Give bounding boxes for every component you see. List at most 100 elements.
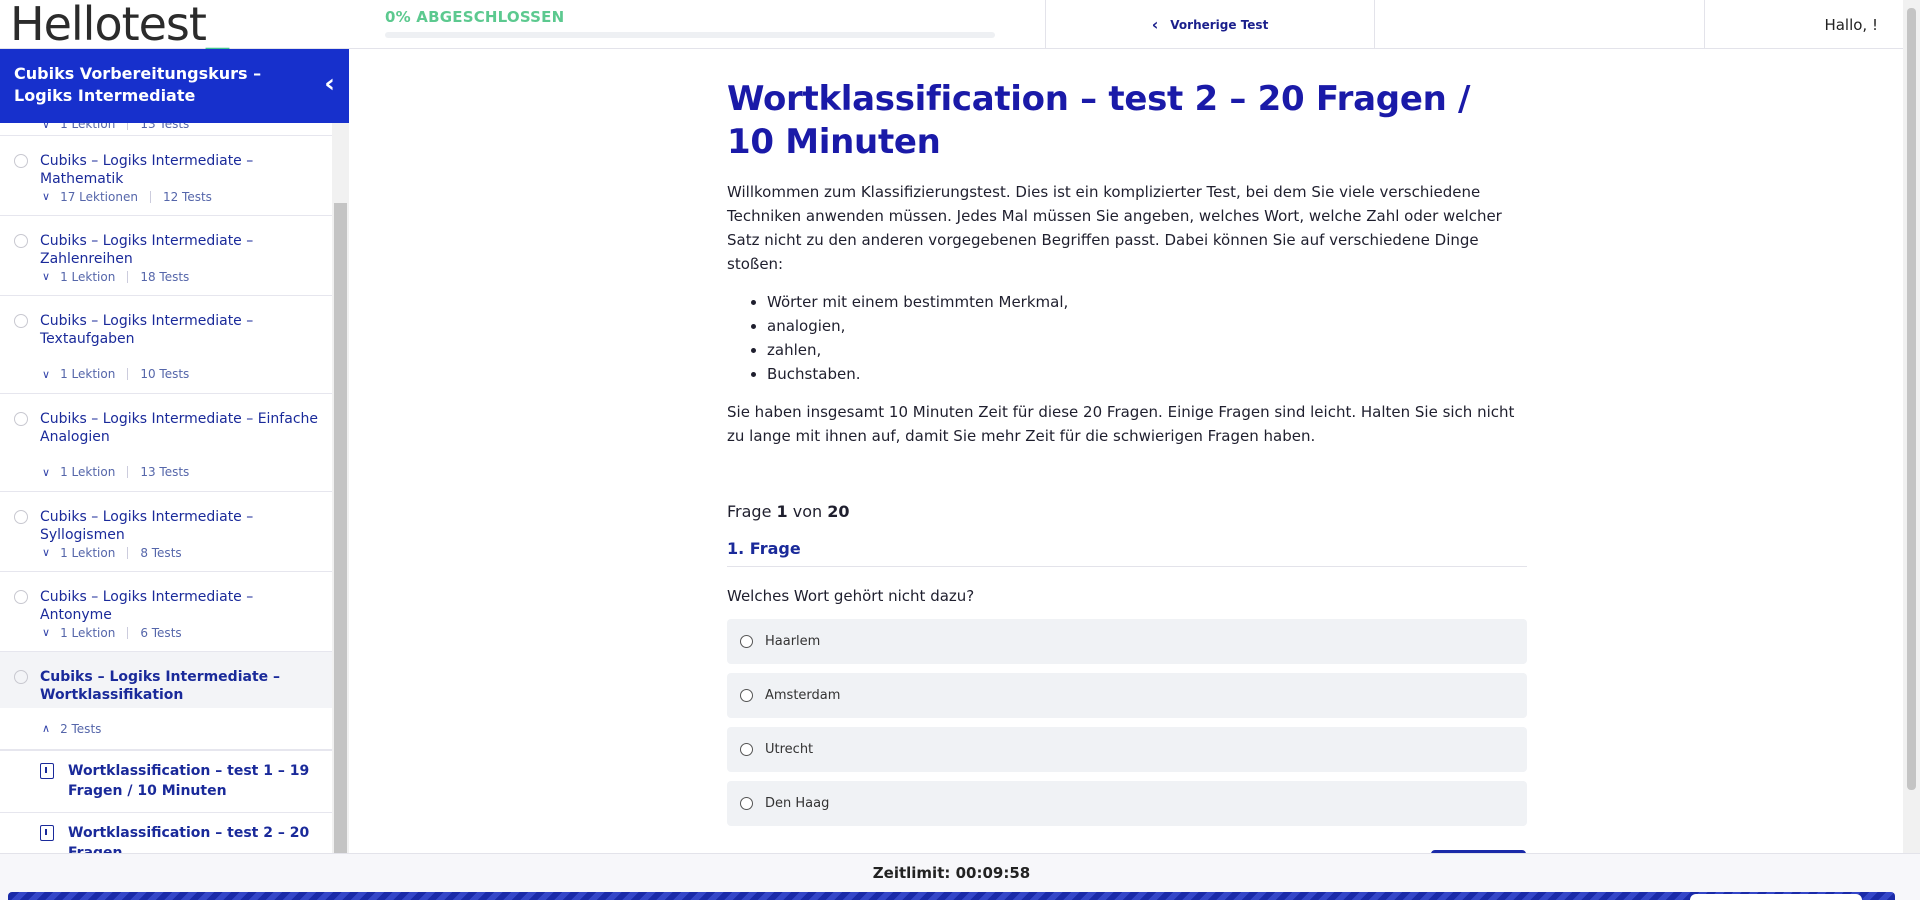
meta-separator bbox=[127, 270, 129, 283]
course-item-label: Cubiks – Logiks Intermediate – Antonyme bbox=[40, 589, 254, 623]
page-scrollbar-thumb[interactable] bbox=[1907, 8, 1916, 790]
chevron-down-icon: ∨ bbox=[42, 465, 51, 479]
progress-track bbox=[385, 32, 995, 38]
test-count: 13 Tests bbox=[140, 465, 190, 479]
logo[interactable]: Hellotest_ bbox=[10, 0, 229, 51]
lesson-count: 1 Lektion bbox=[60, 465, 116, 479]
lesson-item[interactable]: Wortklassification – test 1 – 19 Fragen … bbox=[0, 750, 332, 812]
previous-test-button[interactable]: ‹ Vorherige Test bbox=[1045, 0, 1374, 49]
chevron-down-icon: ∨ bbox=[42, 123, 51, 131]
progress: 0% ABGESCHLOSSEN bbox=[385, 8, 995, 38]
radio-button[interactable] bbox=[740, 743, 753, 756]
outro-text: Sie haben insgesamt 10 Minuten Zeit für … bbox=[727, 403, 1515, 445]
radio-button[interactable] bbox=[740, 797, 753, 810]
lesson-item-label: Wortklassification – test 2 – 20 Fragen bbox=[68, 825, 310, 853]
course-item[interactable]: Cubiks – Logiks Intermediate – Textaufga… bbox=[0, 296, 332, 355]
course-meta[interactable]: ∨ 1 Lektion 13 Tests bbox=[0, 453, 332, 492]
lesson-count: 1 Lektion bbox=[60, 625, 116, 640]
question-counter: Frage 1 von 20 bbox=[727, 502, 1527, 521]
course-title: Cubiks Vorbereitungskurs – Logiks Interm… bbox=[14, 64, 262, 105]
course-item-label: Cubiks – Logiks Intermediate – Textaufga… bbox=[40, 313, 254, 347]
lesson-count: 1 Lektion bbox=[60, 545, 116, 560]
top-header: Hellotest_ 0% ABGESCHLOSSEN ‹ Vorherige … bbox=[0, 0, 1903, 49]
meta-separator bbox=[149, 190, 151, 203]
course-item[interactable]: Cubiks – Logiks Intermediate – Syllogism… bbox=[0, 492, 332, 543]
test-count: 8 Tests bbox=[140, 545, 182, 560]
course-item-label: Cubiks – Logiks Intermediate – Einfache … bbox=[40, 411, 318, 445]
course-meta[interactable]: ∨ 1 Lektion 10 Tests bbox=[0, 355, 332, 394]
status-circle-icon bbox=[14, 234, 28, 248]
header-empty-cell bbox=[1374, 0, 1704, 49]
course-item[interactable]: Cubiks – Logiks Intermediate – Antonyme bbox=[0, 572, 332, 623]
course-meta[interactable]: ∨ 1 Lektion 13 Tests bbox=[0, 123, 332, 136]
previous-test-label: Vorherige Test bbox=[1170, 17, 1269, 32]
test-count: 2 Tests bbox=[60, 721, 102, 736]
course-item-label: Cubiks – Logiks Intermediate – Syllogism… bbox=[40, 509, 254, 543]
bullet-item: zahlen, bbox=[767, 338, 1527, 362]
answer-label: Utrecht bbox=[765, 742, 814, 757]
course-item-label: Cubiks – Logiks Intermediate – Wortklass… bbox=[40, 669, 281, 703]
time-progress-bar bbox=[8, 892, 1895, 900]
lesson-item-current[interactable]: Wortklassification – test 2 – 20 Fragen bbox=[0, 812, 332, 853]
counter-prefix: Frage bbox=[727, 502, 772, 521]
progress-label: 0% ABGESCHLOSSEN bbox=[385, 8, 565, 26]
answer-label: Den Haag bbox=[765, 796, 830, 811]
logo-underscore: _ bbox=[205, 0, 229, 51]
answer-option[interactable]: Den Haag bbox=[727, 781, 1527, 826]
test-count: 13 Tests bbox=[140, 123, 190, 131]
radio-button[interactable] bbox=[740, 635, 753, 648]
sidebar-list: ∨ 1 Lektion 13 Tests Cubiks – Logiks Inte… bbox=[0, 123, 332, 853]
page-scrollbar[interactable] bbox=[1903, 0, 1920, 853]
meta-separator bbox=[127, 123, 129, 130]
lesson-count: 1 Lektion bbox=[60, 123, 116, 131]
chevron-up-icon: ∧ bbox=[42, 722, 51, 735]
chevron-left-icon[interactable]: ‹ bbox=[324, 71, 335, 97]
status-circle-icon bbox=[14, 510, 28, 524]
meta-separator bbox=[127, 626, 129, 639]
sidebar-scrollbar[interactable] bbox=[332, 123, 349, 853]
chevron-down-icon: ∨ bbox=[42, 270, 51, 283]
counter-mid: von bbox=[792, 502, 823, 521]
question-title: 1. Frage bbox=[727, 539, 1527, 567]
radio-button[interactable] bbox=[740, 689, 753, 702]
sidebar-header: Cubiks Vorbereitungskurs – Logiks Interm… bbox=[0, 49, 349, 123]
status-circle-icon bbox=[14, 590, 28, 604]
bullet-list: Wörter mit einem bestimmten Merkmal, ana… bbox=[727, 290, 1527, 386]
document-icon bbox=[40, 763, 54, 779]
course-meta[interactable]: ∧ 2 Tests bbox=[0, 708, 332, 750]
counter-total: 20 bbox=[827, 502, 850, 521]
test-count: 12 Tests bbox=[162, 189, 212, 204]
course-item-active[interactable]: Cubiks – Logiks Intermediate – Wortklass… bbox=[0, 652, 332, 708]
course-item[interactable]: Cubiks – Logiks Intermediate – Zahlenrei… bbox=[0, 216, 332, 267]
course-item[interactable]: Cubiks – Logiks Intermediate – Mathemati… bbox=[0, 136, 332, 187]
user-greeting[interactable]: Hallo, ! bbox=[1704, 0, 1903, 49]
answer-label: Haarlem bbox=[765, 634, 821, 649]
chevron-down-icon: ∨ bbox=[42, 626, 51, 639]
status-circle-icon bbox=[14, 670, 28, 684]
lesson-count: 1 Lektion bbox=[60, 367, 116, 381]
time-progress-knob bbox=[1690, 894, 1862, 900]
chevron-down-icon: ∨ bbox=[42, 546, 51, 559]
meta-separator bbox=[127, 546, 129, 559]
answer-option[interactable]: Utrecht bbox=[727, 727, 1527, 772]
status-circle-icon bbox=[14, 412, 28, 426]
lesson-item-label: Wortklassification – test 1 – 19 Fragen … bbox=[68, 763, 310, 799]
counter-current: 1 bbox=[776, 502, 788, 521]
meta-separator bbox=[127, 466, 129, 478]
logo-text: Hellotest bbox=[10, 0, 207, 51]
answer-option[interactable]: Amsterdam bbox=[727, 673, 1527, 718]
sidebar: Cubiks Vorbereitungskurs – Logiks Interm… bbox=[0, 49, 349, 853]
bullet-item: Buchstaben. bbox=[767, 362, 1527, 386]
time-limit: Zeitlimit: 00:09:58 bbox=[872, 864, 1031, 882]
page-title: Wortklassification – test 2 – 20 Fragen … bbox=[727, 79, 1471, 162]
test-count: 18 Tests bbox=[140, 269, 190, 284]
sidebar-scrollbar-thumb[interactable] bbox=[334, 203, 347, 853]
intro-text: Willkommen zum Klassifizierungstest. Die… bbox=[727, 183, 1502, 273]
test-count: 6 Tests bbox=[140, 625, 182, 640]
lesson-count: 1 Lektion bbox=[60, 269, 116, 284]
answer-option[interactable]: Haarlem bbox=[727, 619, 1527, 664]
course-item[interactable]: Cubiks – Logiks Intermediate – Einfache … bbox=[0, 394, 332, 453]
status-circle-icon bbox=[14, 154, 28, 168]
answer-options: Haarlem Amsterdam Utrecht Den Haag bbox=[727, 619, 1527, 826]
course-item-label: Cubiks – Logiks Intermediate – Mathemati… bbox=[40, 153, 254, 187]
